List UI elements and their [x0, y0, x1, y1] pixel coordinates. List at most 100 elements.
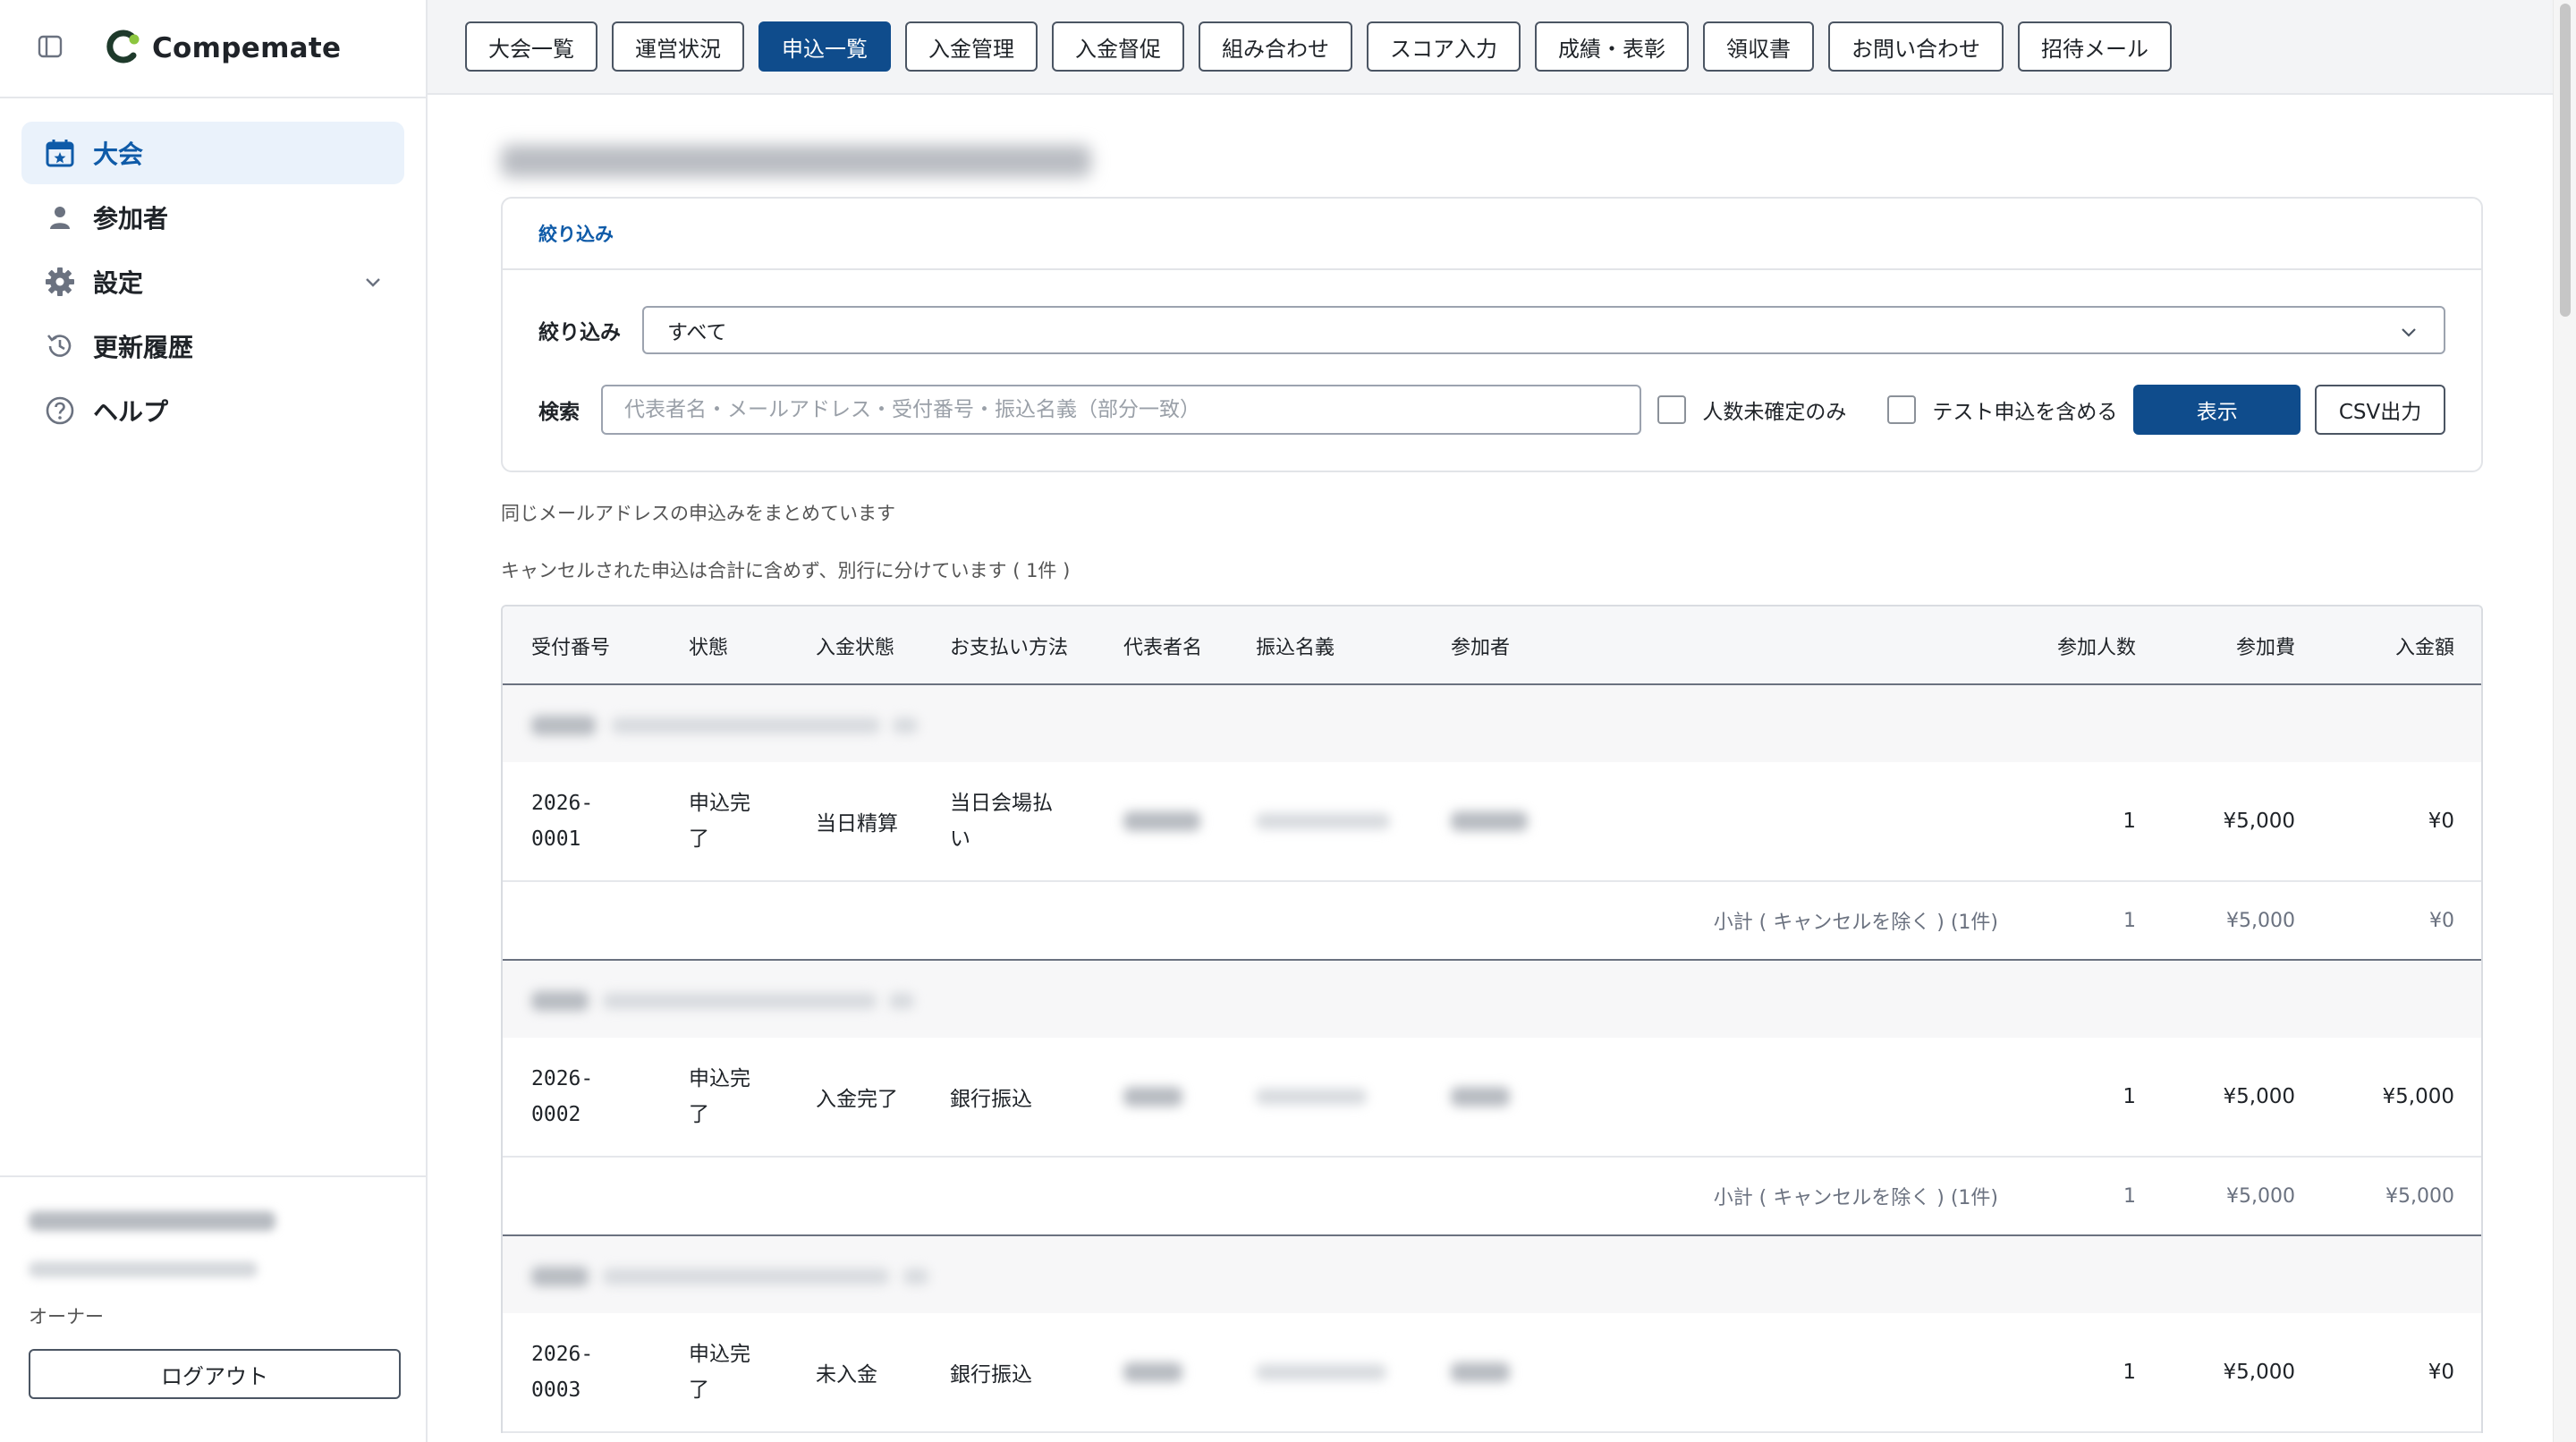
tab-operation-status[interactable]: 運営状況 [612, 21, 744, 72]
cell-fee: ¥5,000 [2223, 810, 2295, 833]
checkbox-box[interactable] [1657, 395, 1687, 424]
account-email-redacted [29, 1261, 258, 1277]
cell-paid: ¥0 [2428, 1361, 2454, 1384]
tab-payment-management[interactable]: 入金管理 [905, 21, 1038, 72]
table-row[interactable]: 2026- 0003 申込完了 未入金 銀行振込 1 ¥5,000 ¥0 [503, 1313, 2481, 1433]
col-fee: 参加費 [2235, 637, 2295, 659]
logo-icon [104, 27, 143, 70]
cell-count: 1 [2123, 1085, 2136, 1108]
group-count-redacted [889, 993, 914, 1009]
cell-representative-redacted [1123, 762, 1200, 880]
tournament-tabs: 大会一覧 運営状況 申込一覧 入金管理 入金督促 組み合わせ スコア入力 成績・… [428, 0, 2553, 95]
tab-receipts[interactable]: 領収書 [1703, 21, 1814, 72]
tab-score-input[interactable]: スコア入力 [1367, 21, 1521, 72]
sidebar-nav: 大会 参加者 設定 更新履歴 ヘルプ [0, 98, 426, 442]
filter-select[interactable]: すべて [642, 306, 2445, 354]
col-count: 参加人数 [2056, 637, 2136, 659]
page-title-redacted [501, 145, 1091, 177]
account-org-name-redacted [29, 1211, 275, 1231]
cell-participants-redacted [1451, 1313, 1510, 1431]
group-header [503, 1236, 2481, 1313]
app-name: Compemate [152, 32, 342, 64]
cell-participants-redacted [1451, 762, 1528, 880]
sidebar-item-settings[interactable]: 設定 [21, 250, 404, 313]
search-row: 検索 人数未確定のみ テスト申込を含める 表示 CSV出力 [503, 354, 2481, 435]
chevron-down-icon[interactable] [361, 270, 385, 297]
scrollbar-thumb[interactable] [2560, 4, 2571, 317]
page-scrollbar[interactable] [2553, 0, 2576, 1442]
tab-inquiries[interactable]: お問い合わせ [1828, 21, 2004, 72]
show-button[interactable]: 表示 [2133, 385, 2301, 435]
cell-paid: ¥0 [2428, 810, 2454, 833]
tab-application-list[interactable]: 申込一覧 [758, 21, 891, 72]
history-icon [43, 329, 77, 363]
checkbox-box[interactable] [1887, 395, 1917, 424]
cell-status: 申込完了 [689, 1067, 750, 1126]
filter-panel: 絞り込み 絞り込み すべて 検索 人数未確定のみ テスト申込を含める 表示 [501, 197, 2483, 472]
sidebar-item-history[interactable]: 更新履歴 [21, 315, 404, 377]
table-row[interactable]: 2026- 0002 申込完了 入金完了 銀行振込 1 ¥5,000 ¥5,00… [503, 1038, 2481, 1158]
table-row[interactable]: 2026- 0001 申込完了 当日精算 当日会場払い 1 ¥5,000 ¥0 [503, 762, 2481, 882]
logout-button[interactable]: ログアウト [29, 1349, 401, 1399]
filter-row: 絞り込み すべて [503, 270, 2481, 354]
cell-representative-redacted [1123, 1038, 1182, 1156]
cell-transfer-name-redacted [1256, 1313, 1386, 1431]
tab-tournament-list[interactable]: 大会一覧 [465, 21, 597, 72]
subtotal-fee: ¥5,000 [2226, 909, 2295, 932]
app-logo[interactable]: Compemate [104, 27, 341, 70]
cell-count: 1 [2123, 1361, 2136, 1384]
search-label: 検索 [538, 401, 580, 424]
cell-representative-redacted [1123, 1313, 1182, 1431]
tab-payment-reminder[interactable]: 入金督促 [1052, 21, 1184, 72]
subtotal-count: 1 [2123, 909, 2136, 932]
subtotal-label: 小計 ( キャンセルを除く ) (1件) [1713, 1187, 1998, 1209]
sidebar-header: Compemate [0, 0, 426, 98]
col-status: 状態 [689, 637, 729, 659]
group-name-redacted [531, 991, 589, 1011]
subtotal-count: 1 [2123, 1184, 2136, 1208]
cell-payment-status: 入金完了 [816, 1088, 898, 1111]
sidebar: Compemate 大会 参加者 設定 更新履歴 ヘルプ オーナー ログアウト [0, 0, 428, 1442]
sidebar-item-tournaments[interactable]: 大会 [21, 122, 404, 184]
gear-icon [43, 265, 77, 299]
merged-note: 同じメールアドレスの申込みをまとめています [501, 503, 895, 524]
group-header [503, 685, 2481, 762]
tab-pairings[interactable]: 組み合わせ [1199, 21, 1352, 72]
unconfirmed-only-checkbox[interactable]: 人数未確定のみ [1657, 394, 1846, 425]
search-input[interactable] [601, 385, 1642, 435]
sidebar-item-participants[interactable]: 参加者 [21, 186, 404, 249]
filter-panel-header: 絞り込み [503, 199, 2481, 270]
tab-invitation-mail[interactable]: 招待メール [2018, 21, 2172, 72]
subtotal-row: 小計 ( キャンセルを除く ) (1件) 1 ¥5,000 ¥5,000 [503, 1158, 2481, 1236]
cell-payment-status: 未入金 [816, 1363, 877, 1387]
group-name-redacted [531, 716, 596, 735]
sidebar-item-label: 大会 [93, 140, 144, 169]
sidebar-item-label: 更新履歴 [93, 333, 194, 362]
group-name-redacted [531, 1267, 589, 1286]
applications-table: 受付番号 状態 入金状態 お支払い方法 代表者名 振込名義 参加者 参加人数 参… [501, 605, 2483, 1433]
filter-select-value: すべて [667, 321, 727, 344]
csv-export-button[interactable]: CSV出力 [2315, 385, 2445, 435]
cell-participants-redacted [1451, 1038, 1510, 1156]
cell-status: 申込完了 [689, 792, 750, 851]
include-test-checkbox[interactable]: テスト申込を含める [1887, 394, 2117, 425]
subtotal-paid: ¥5,000 [2385, 1184, 2454, 1208]
sidebar-panel-icon [37, 33, 64, 64]
subtotal-fee: ¥5,000 [2226, 1184, 2295, 1208]
col-representative: 代表者名 [1123, 637, 1203, 659]
account-panel: オーナー ログアウト [0, 1175, 426, 1442]
col-participants: 参加者 [1451, 637, 1511, 659]
group-count-redacted [893, 717, 918, 734]
cell-status: 申込完了 [689, 1343, 750, 1402]
subtotal-paid: ¥0 [2429, 909, 2454, 932]
col-payment-status: 入金状態 [816, 637, 895, 659]
sidebar-toggle-button[interactable] [34, 32, 66, 64]
col-transfer-name: 振込名義 [1256, 637, 1335, 659]
tab-results-awards[interactable]: 成績・表彰 [1535, 21, 1689, 72]
filter-label: 絞り込み [538, 321, 621, 344]
sidebar-item-help[interactable]: ヘルプ [21, 379, 404, 442]
group-email-redacted [603, 1268, 889, 1285]
page-title [501, 95, 2483, 195]
group-count-redacted [903, 1268, 928, 1285]
cancelled-note: キャンセルされた申込は合計に含めず、別行に分けています ( 1件 ) [501, 560, 1071, 581]
